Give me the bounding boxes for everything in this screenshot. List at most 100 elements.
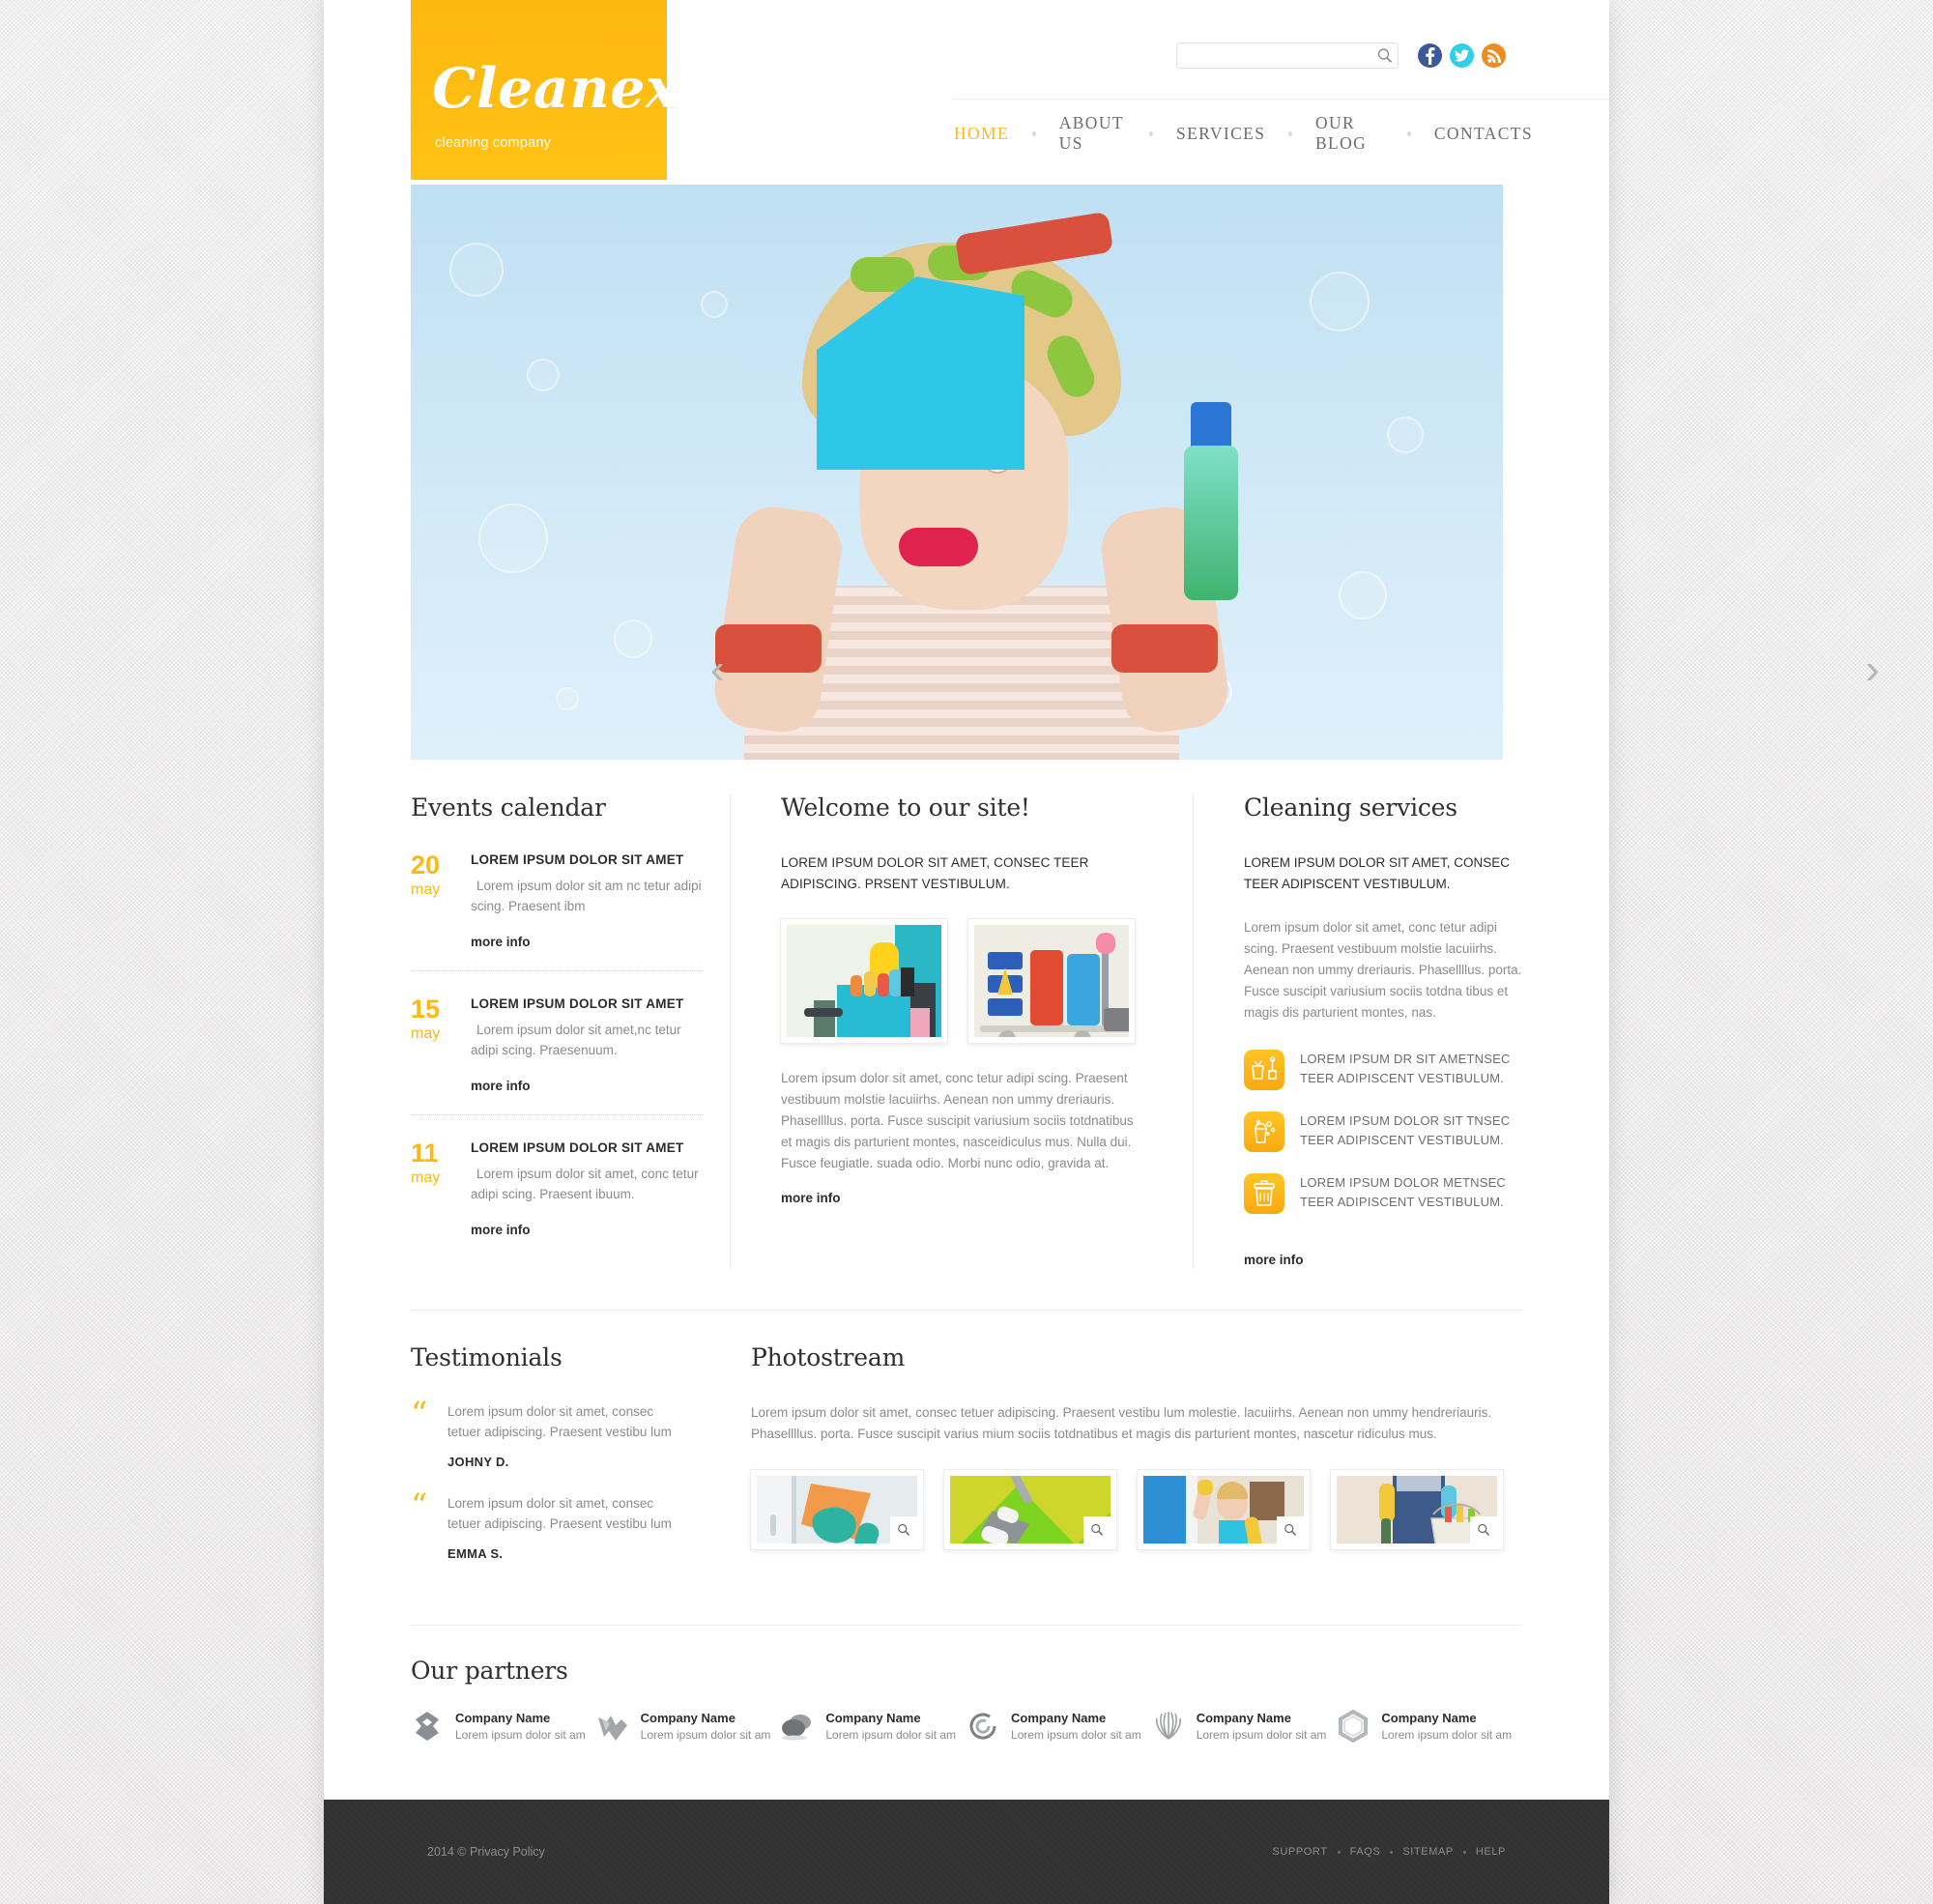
search-button[interactable]	[1376, 47, 1394, 65]
footer-separator-dot	[1337, 1850, 1341, 1854]
partner-desc: Lorem ipsum dolor sit am	[1011, 1728, 1141, 1743]
services-more-info-link[interactable]: more info	[1244, 1253, 1304, 1267]
event-text: Lorem ipsum dolor sit amet, conc tetur a…	[471, 1166, 699, 1201]
partner-desc: Lorem ipsum dolor sit am	[825, 1728, 957, 1743]
event-title[interactable]: LOREM IPSUM DOLOR SIT AMET	[471, 852, 703, 867]
welcome-images	[781, 919, 1142, 1044]
event-item: 11 may LOREM IPSUM DOLOR SIT AMET Lorem …	[411, 1113, 703, 1258]
magnifier-icon[interactable]	[1470, 1515, 1497, 1543]
flower-burst-logo	[1152, 1710, 1185, 1743]
partner-name: Company Name	[825, 1711, 921, 1726]
photostream-text: Lorem ipsum dolor sit amet, consec tetue…	[751, 1405, 1492, 1442]
ribbon-logo	[411, 1710, 444, 1743]
partner-name: Company Name	[1381, 1711, 1477, 1726]
welcome-column: Welcome to our site! LOREM IPSUM DOLOR S…	[730, 793, 1194, 1270]
welcome-title: Welcome to our site!	[781, 793, 1030, 822]
partner-item[interactable]: Company Name Lorem ipsum dolor sit am	[1337, 1709, 1522, 1744]
photostream-title: Photostream	[751, 1343, 906, 1372]
vacuum-carpet-photo[interactable]	[944, 1469, 1116, 1549]
footer-link-support[interactable]: SUPPORT	[1272, 1846, 1327, 1858]
welcome-body: Lorem ipsum dolor sit amet, conc tetur a…	[781, 1071, 1134, 1170]
nav-item-our-blog[interactable]: OUR BLOG	[1313, 113, 1386, 154]
partner-name: Company Name	[640, 1711, 736, 1726]
slider-image	[411, 185, 1503, 760]
event-more-info-link[interactable]: more info	[471, 1223, 531, 1237]
footer-link-help[interactable]: HELP	[1476, 1846, 1506, 1858]
service-item[interactable]: LOREM IPSUM DR SIT AMETNSEC TEER ADIPISC…	[1244, 1050, 1522, 1091]
nav-separator-dot	[1032, 130, 1036, 136]
event-more-info-link[interactable]: more info	[471, 1079, 531, 1093]
partner-item[interactable]: Company Name Lorem ipsum dolor sit am	[596, 1710, 782, 1743]
testimonial-text: Lorem ipsum dolor sit amet, consec tetue…	[447, 1404, 672, 1440]
slider-prev-arrow[interactable]: ‹	[710, 649, 725, 691]
welcome-more-info-link[interactable]: more info	[781, 1191, 841, 1205]
event-text: Lorem ipsum dolor sit am nc tetur adipi …	[471, 879, 702, 913]
service-text: LOREM IPSUM DOLOR METNSEC TEER ADIPISCEN…	[1300, 1175, 1507, 1209]
event-more-info-link[interactable]: more info	[471, 935, 531, 949]
event-title[interactable]: LOREM IPSUM DOLOR SIT AMET	[471, 1140, 703, 1155]
hero-slider: ‹ ›	[324, 180, 1880, 760]
woman-cleaning-window-photo[interactable]	[1138, 1469, 1310, 1549]
testimonial-text: Lorem ipsum dolor sit amet, consec tetue…	[447, 1496, 672, 1532]
spiral-circle-logo	[966, 1710, 999, 1743]
testimonial-item: “ Lorem ipsum dolor sit amet, consec tet…	[411, 1486, 672, 1562]
bucket-broom-icon	[1244, 1050, 1284, 1091]
janitorial-cart-photo[interactable]	[968, 919, 1135, 1044]
footer-separator-dot	[1462, 1850, 1466, 1854]
event-item: 15 may LOREM IPSUM DOLOR SIT AMET Lorem …	[411, 969, 703, 1114]
facebook-icon[interactable]	[1418, 43, 1442, 68]
event-date: 15 may	[411, 995, 467, 1095]
partners-section: Our partners Company Name Lorem ipsum do…	[324, 1626, 1609, 1801]
event-body: LOREM IPSUM DOLOR SIT AMET Lorem ipsum d…	[467, 996, 703, 1095]
nav-item-services[interactable]: SERVICES	[1174, 124, 1267, 144]
footer-links: SUPPORT FAQS SITEMAP HELP	[1272, 1846, 1506, 1858]
photostream-column: Photostream Lorem ipsum dolor sit amet, …	[701, 1343, 1522, 1586]
rss-icon[interactable]	[1482, 43, 1506, 68]
nav-item-home[interactable]: HOME	[952, 124, 1011, 144]
partner-item[interactable]: Company Name Lorem ipsum dolor sit am	[411, 1710, 596, 1743]
main-navigation: HOME ABOUT US SERVICES OUR BLOG CONTACTS	[952, 99, 1609, 154]
partner-item[interactable]: Company Name Lorem ipsum dolor sit am	[966, 1710, 1152, 1743]
partner-item[interactable]: Company Name Lorem ipsum dolor sit am	[1152, 1710, 1338, 1743]
search-icon	[1377, 48, 1393, 63]
testimonial-author: EMMA S.	[447, 1546, 504, 1562]
window-wiping-photo[interactable]	[751, 1469, 923, 1549]
event-title[interactable]: LOREM IPSUM DOLOR SIT AMET	[471, 996, 703, 1011]
slider-next-arrow[interactable]: ›	[1865, 649, 1880, 691]
search-box[interactable]	[1176, 43, 1399, 69]
search-input[interactable]	[1177, 43, 1367, 68]
nav-item-about-us[interactable]: ABOUT US	[1057, 113, 1129, 154]
service-item[interactable]: LOREM IPSUM DOLOR SIT TNSEC TEER ADIPISC…	[1244, 1111, 1522, 1153]
event-item: 20 may LOREM IPSUM DOLOR SIT AMET Lorem …	[411, 852, 703, 970]
event-month: may	[411, 1024, 441, 1042]
magnifier-icon[interactable]	[1083, 1515, 1111, 1543]
magnifier-icon[interactable]	[1277, 1515, 1304, 1543]
service-item[interactable]: LOREM IPSUM DOLOR METNSEC TEER ADIPISCEN…	[1244, 1173, 1522, 1215]
twitter-icon[interactable]	[1450, 43, 1474, 68]
logo[interactable]: Cleanex cleaning company	[411, 0, 678, 180]
wing-logo	[596, 1710, 629, 1743]
partner-desc: Lorem ipsum dolor sit am	[1196, 1728, 1327, 1743]
magnifier-icon[interactable]	[890, 1515, 917, 1543]
footer-link-faqs[interactable]: FAQS	[1350, 1846, 1381, 1858]
services-column: Cleaning services LOREM IPSUM DOLOR SIT …	[1194, 793, 1522, 1269]
events-column: Events calendar 20 may LOREM IPSUM DOLOR…	[411, 793, 730, 1269]
quote-icon: “	[411, 1486, 428, 1526]
photostream-grid	[751, 1469, 1522, 1549]
partners-grid: Company Name Lorem ipsum dolor sit am Co…	[411, 1709, 1522, 1744]
nav-separator-dot	[1407, 130, 1411, 136]
services-lead: LOREM IPSUM DOLOR SIT AMET, CONSEC TEER …	[1244, 855, 1511, 891]
nav-separator-dot	[1149, 130, 1153, 136]
cleaner-with-bucket-photo[interactable]	[1331, 1469, 1503, 1549]
cleaning-supplies-bucket-photo[interactable]	[781, 919, 947, 1044]
partner-name: Company Name	[455, 1711, 551, 1726]
footer-link-sitemap[interactable]: SITEMAP	[1402, 1846, 1454, 1858]
nav-separator-dot	[1288, 130, 1292, 136]
partner-item[interactable]: Company Name Lorem ipsum dolor sit am	[781, 1710, 966, 1743]
testimonials-title: Testimonials	[411, 1343, 563, 1372]
nav-item-contacts[interactable]: CONTACTS	[1432, 124, 1535, 144]
speech-bubbles-logo	[781, 1710, 814, 1743]
partner-desc: Lorem ipsum dolor sit am	[1381, 1728, 1513, 1743]
trash-bin-icon	[1244, 1173, 1284, 1215]
hex-ring-logo	[1337, 1709, 1370, 1744]
